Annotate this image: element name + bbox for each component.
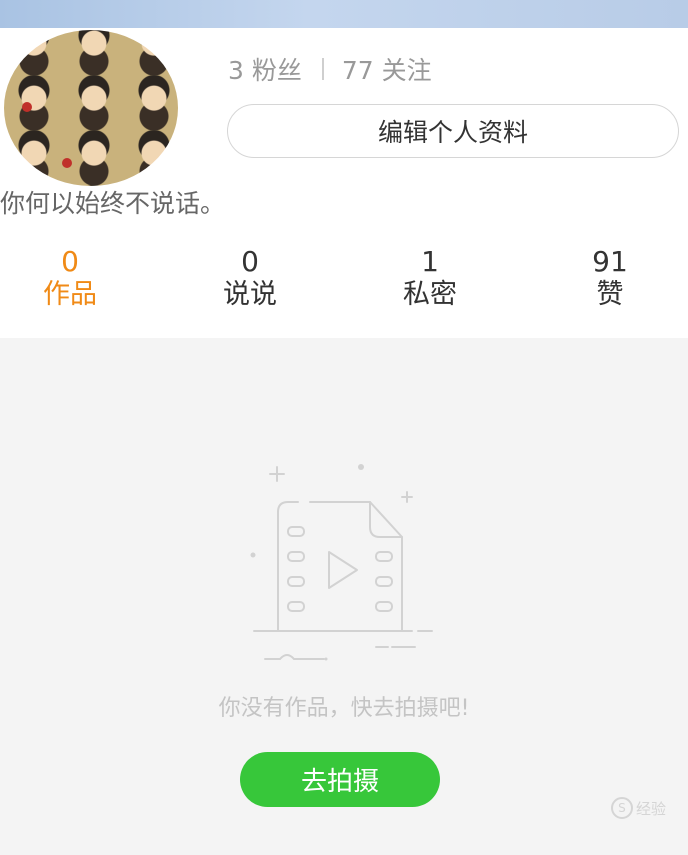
header-background [0, 0, 688, 28]
fans-label: 粉丝 [251, 56, 302, 85]
tab-posts[interactable]: 0 说说 [190, 246, 310, 312]
watermark-text: 经验 [635, 799, 666, 818]
tab-private-count: 1 [421, 245, 439, 278]
tab-posts-count: 0 [241, 245, 259, 278]
tab-likes[interactable]: 91 赞 [550, 246, 670, 312]
avatar-detail [62, 158, 72, 168]
empty-state-message: 你没有作品，快去拍摄吧! [218, 696, 470, 721]
follow-stats: 3 粉丝 77 关注 [228, 51, 432, 87]
tab-works-count: 0 [61, 245, 79, 278]
tab-private[interactable]: 1 私密 [370, 246, 490, 312]
fans-count: 3 [228, 56, 244, 85]
go-shoot-button[interactable]: 去拍摄 [240, 752, 440, 807]
watermark-logo-icon: S [610, 797, 633, 819]
tab-likes-label: 赞 [596, 279, 624, 310]
tab-works-label: 作品 [43, 279, 97, 310]
tab-works[interactable]: 0 作品 [10, 246, 130, 312]
profile-bio: 你何以始终不说话。 [0, 189, 226, 218]
profile-card: 3 粉丝 77 关注 编辑个人资料 你何以始终不说话。 0 作品 0 说说 1 … [0, 28, 688, 338]
avatar-detail [22, 102, 32, 112]
edit-profile-button[interactable]: 编辑个人资料 [227, 104, 679, 158]
tab-posts-label: 说说 [223, 279, 277, 310]
following-count: 77 [341, 56, 374, 85]
watermark: S 经验 [610, 797, 666, 819]
fans-stat[interactable]: 3 粉丝 [228, 51, 302, 87]
stats-divider [321, 58, 324, 80]
video-file-icon [250, 464, 433, 661]
following-stat[interactable]: 77 关注 [342, 51, 432, 87]
following-label: 关注 [381, 56, 432, 85]
tab-private-label: 私密 [403, 279, 457, 310]
avatar[interactable] [2, 28, 180, 188]
tab-likes-count: 91 [592, 245, 628, 278]
